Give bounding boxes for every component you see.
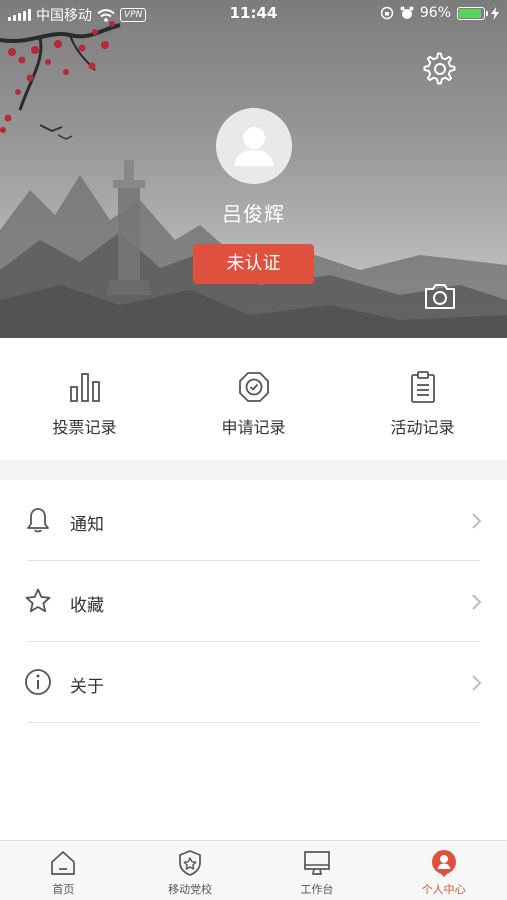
- vote-records-label: 投票记录: [52, 418, 117, 437]
- bell-icon: [27, 508, 49, 533]
- charging-icon: [491, 6, 499, 20]
- shield-star-icon: [179, 850, 201, 876]
- alarm-icon: [400, 6, 414, 19]
- tab-home[interactable]: 首页: [0, 841, 127, 900]
- records-row: 投票记录 申请记录 活动记录: [0, 338, 507, 460]
- clipboard-icon: [410, 371, 435, 403]
- monitor-icon: [304, 851, 330, 875]
- profile-header: 吕俊辉 未认证: [0, 0, 507, 338]
- tab-workbench-label: 工作台: [300, 883, 334, 896]
- section-divider: [0, 460, 507, 480]
- chevron-right-icon: [472, 513, 482, 529]
- tab-home-label: 首页: [52, 883, 75, 896]
- list-item-favorites[interactable]: 收藏: [0, 561, 507, 642]
- tab-party-school[interactable]: 移动党校: [127, 841, 254, 900]
- about-label: 关于: [70, 677, 104, 697]
- notifications-label: 通知: [70, 515, 104, 535]
- camera-icon[interactable]: [423, 280, 457, 312]
- favorites-label: 收藏: [70, 596, 104, 616]
- chevron-right-icon: [472, 675, 482, 691]
- settings-gear-icon[interactable]: [423, 52, 457, 86]
- certification-button[interactable]: 未认证: [193, 244, 314, 284]
- bar-chart-icon: [69, 373, 100, 402]
- application-records-button[interactable]: 申请记录: [169, 338, 338, 460]
- divider: [27, 722, 480, 723]
- activity-records-label: 活动记录: [390, 418, 455, 437]
- application-records-label: 申请记录: [221, 418, 286, 437]
- home-icon: [51, 851, 76, 875]
- list-item-about[interactable]: 关于: [0, 642, 507, 723]
- bottom-tab-bar: 首页 移动党校 工作台 个人中心: [0, 840, 507, 900]
- tab-workbench[interactable]: 工作台: [254, 841, 381, 900]
- settings-list: 通知 收藏 关于: [0, 480, 507, 723]
- vote-records-button[interactable]: 投票记录: [0, 338, 169, 460]
- battery-percent: 96%: [419, 5, 451, 21]
- status-bar: 中国移动 VPN 11:44 96%: [0, 0, 507, 28]
- username: 吕俊辉: [222, 202, 285, 226]
- avatar[interactable]: [216, 108, 292, 184]
- battery-icon: [457, 6, 488, 20]
- tab-party-school-label: 移动党校: [168, 883, 213, 896]
- info-icon: [25, 669, 51, 695]
- default-avatar-icon: [216, 108, 292, 184]
- star-icon: [25, 588, 51, 613]
- list-item-notifications[interactable]: 通知: [0, 480, 507, 561]
- tab-personal-center[interactable]: 个人中心: [380, 841, 507, 900]
- activity-records-button[interactable]: 活动记录: [338, 338, 507, 460]
- badge-check-icon: [238, 372, 269, 402]
- chevron-right-icon: [472, 594, 482, 610]
- person-icon: [431, 850, 456, 877]
- rotation-lock-icon: [380, 6, 394, 20]
- tab-personal-center-label: 个人中心: [421, 883, 466, 896]
